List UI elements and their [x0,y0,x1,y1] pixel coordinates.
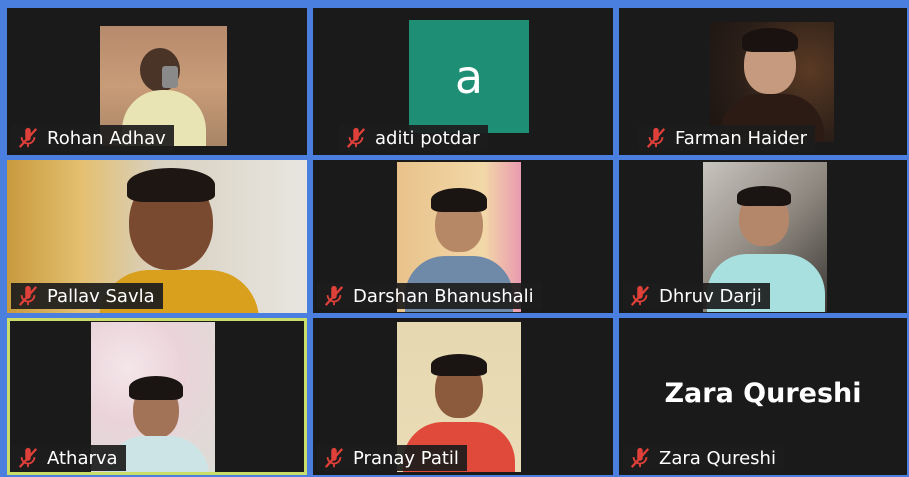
mic-off-icon [18,447,38,468]
phone-shape [162,66,178,88]
person-hair [431,354,487,376]
participant-name-label: Pallav Savla [11,283,163,309]
mic-off-icon [324,447,344,468]
avatar: a [409,20,529,133]
participant-name-label: Zara Qureshi [623,445,784,471]
participant-tile-zara-qureshi[interactable]: Zara Qureshi Zara Qureshi [619,318,907,475]
video-gallery: Rohan Adhav a aditi potdar Farman Haider [0,0,909,477]
participant-name: Dhruv Darji [659,285,762,307]
participant-tile-darshan-bhanushali[interactable]: Darshan Bhanushali [313,160,613,313]
participant-name-label: Farman Haider [639,125,815,151]
participant-video [710,22,834,142]
participant-name: Atharva [47,447,118,469]
participant-tile-rohan-adhav[interactable]: Rohan Adhav [7,8,307,155]
participant-tile-aditi-potdar[interactable]: a aditi potdar [313,8,613,155]
participant-name-label: aditi potdar [339,125,488,151]
participant-name-label: Atharva [11,445,126,471]
participant-tile-dhruv-darji[interactable]: Dhruv Darji [619,160,907,313]
person-hair [737,186,791,206]
mic-off-icon [324,285,344,306]
mic-off-icon [630,447,650,468]
participant-name: Pallav Savla [47,285,155,307]
participant-display-name: Zara Qureshi [664,378,862,409]
participant-tile-farman-haider[interactable]: Farman Haider [619,8,907,155]
participant-name-label: Dhruv Darji [623,283,770,309]
participant-name: Rohan Adhav [47,127,166,149]
mic-off-icon [630,285,650,306]
participant-name: Farman Haider [675,127,807,149]
participant-name-label: Pranay Patil [317,445,467,471]
person-hair [431,188,487,212]
mic-off-icon [346,127,366,148]
participant-name: Darshan Bhanushali [353,285,534,307]
person-hair [129,376,183,400]
participant-tile-pranay-patil[interactable]: Pranay Patil [313,318,613,475]
participant-name: Pranay Patil [353,447,459,469]
mic-off-icon [18,285,38,306]
mic-off-icon [18,127,38,148]
mic-off-icon [646,127,666,148]
participant-tile-atharva[interactable]: Atharva [7,318,307,475]
participant-tile-pallav-savla[interactable]: Pallav Savla [7,160,307,313]
person-hair [127,168,215,202]
participant-name-label: Darshan Bhanushali [317,283,542,309]
person-hair [742,28,798,52]
participant-name: Zara Qureshi [659,447,776,469]
participant-name: aditi potdar [375,127,480,149]
participant-name-label: Rohan Adhav [11,125,174,151]
